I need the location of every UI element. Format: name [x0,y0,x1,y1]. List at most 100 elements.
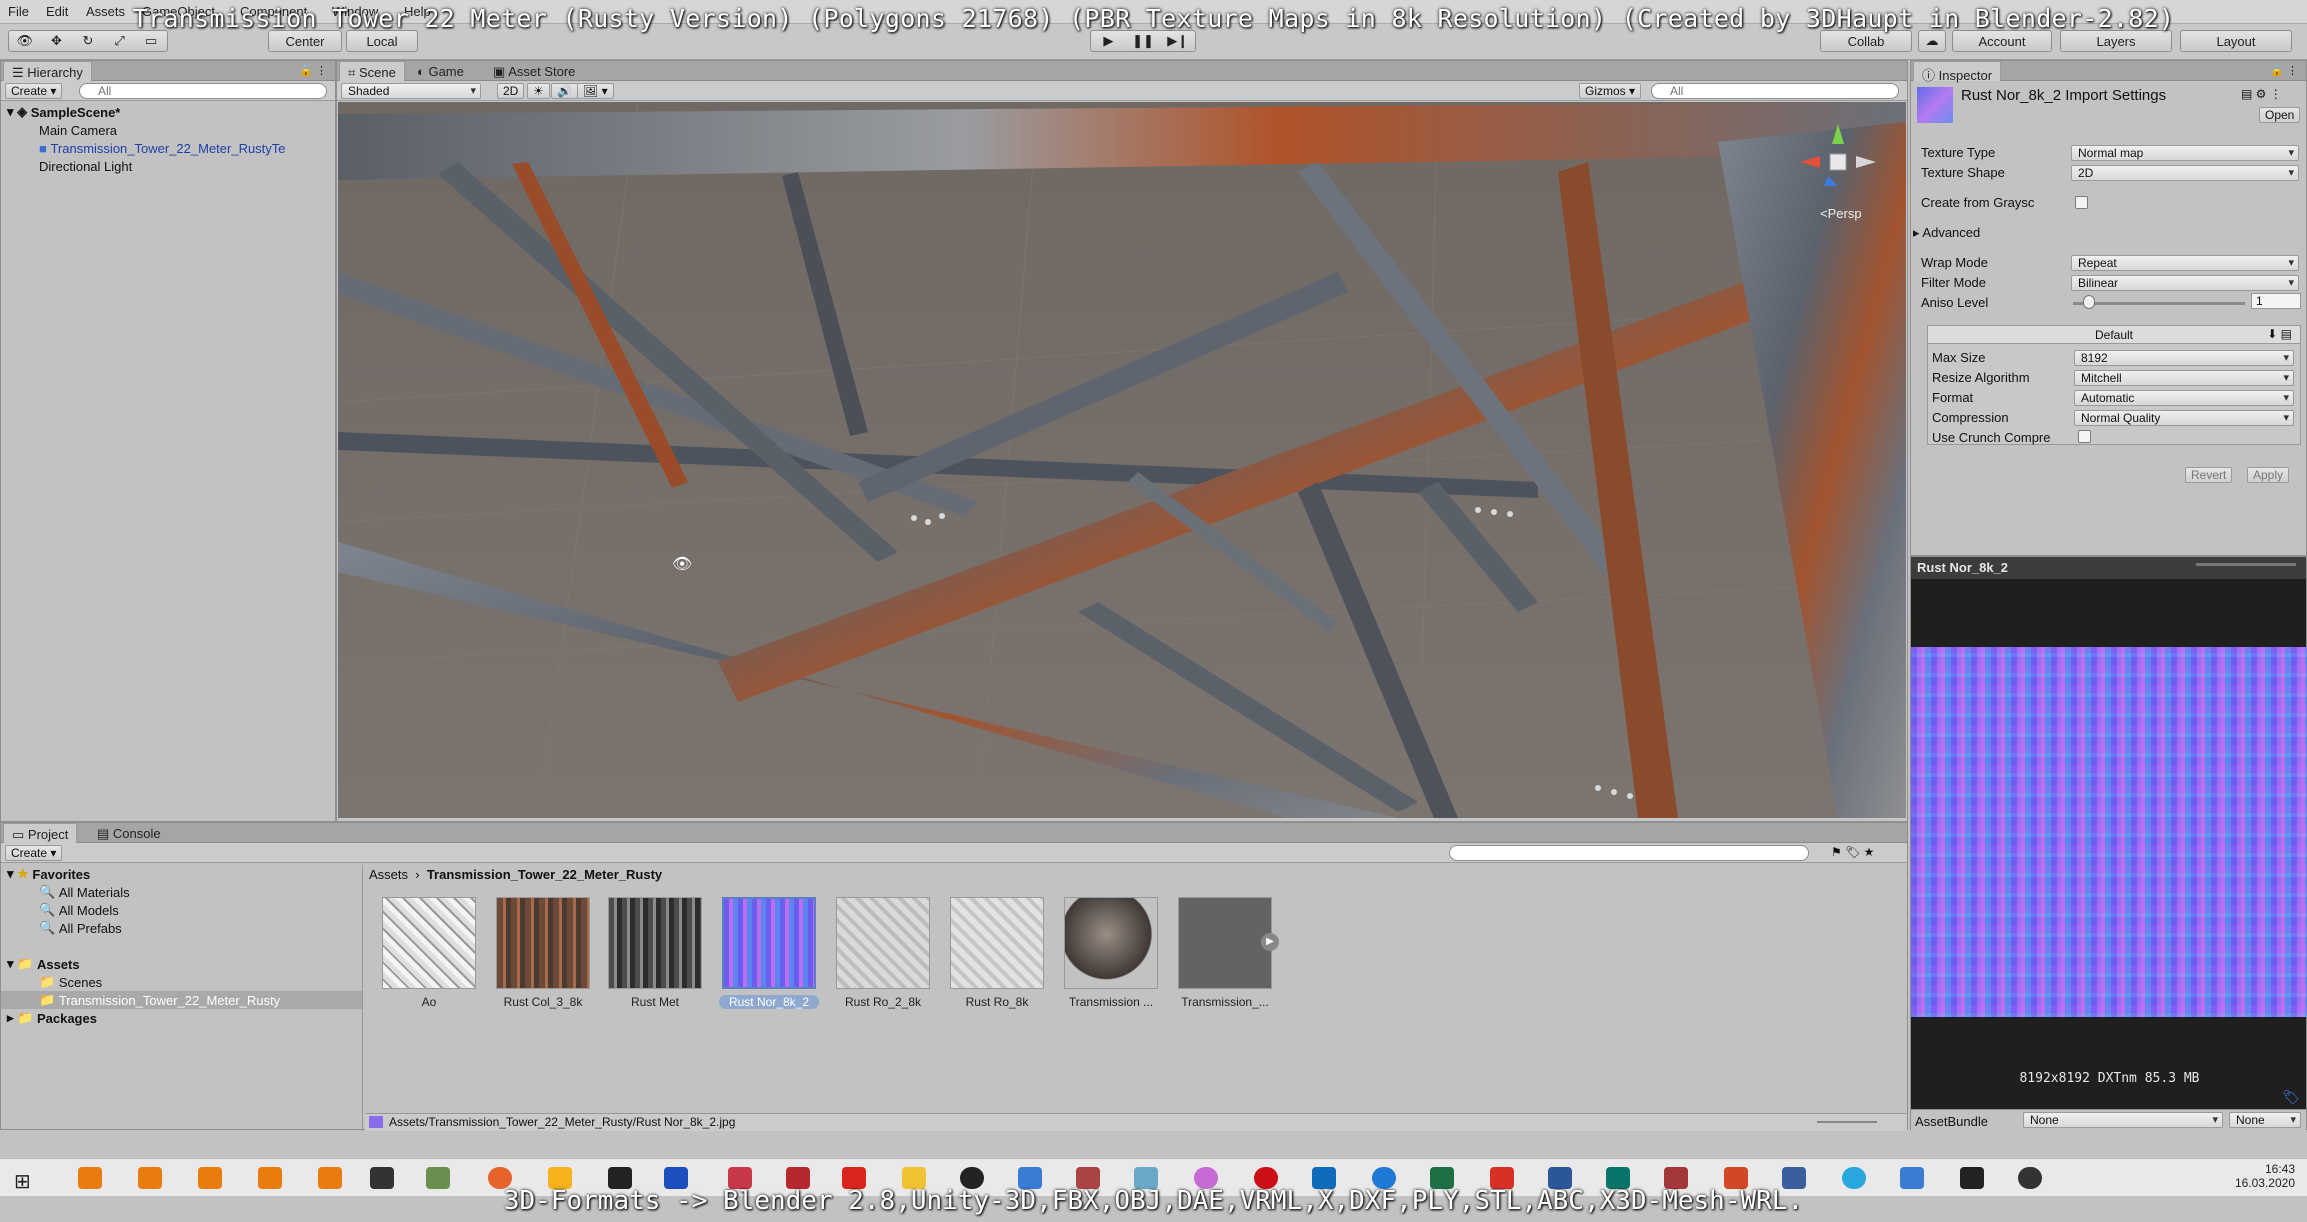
panel-menu-icon[interactable]: 🔒 ⋮ [2270,64,2298,77]
hierarchy-item-main-camera[interactable]: Main Camera [1,121,335,139]
shading-mode-dropdown[interactable]: Shaded [341,83,481,99]
scene-viewport[interactable]: <Persp 👁 [338,102,1906,818]
aniso-slider-track[interactable] [2073,302,2245,305]
preview-mip-slider[interactable] [2196,563,2296,566]
rotate-tool-icon[interactable]: ↻ [72,33,104,49]
assets-root[interactable]: ▾ 📁 Assets [1,955,362,973]
texture-type-dropdown[interactable]: Normal map [2071,145,2299,161]
cloud-icon[interactable]: ☁ [1918,30,1946,52]
project-folder-tree: ▾ ★ Favorites 🔍 All Materials 🔍 All Mode… [1,865,363,1131]
compression-dropdown[interactable]: Normal Quality [2074,410,2294,426]
asset-grid: Ao Rust Col_3_8k Rust Met Rust Nor_8k_2 … [379,897,1279,1017]
perspective-label[interactable]: <Persp [1820,206,1862,221]
inspector-header-icons[interactable]: ▤ ⚙ ⋮ [2241,87,2282,101]
hierarchy-create-button[interactable]: Create ▾ [5,83,63,99]
effects-icon[interactable]: 🖼 ▾ [577,83,614,99]
folder-item-scenes[interactable]: 📁 Scenes [1,973,362,991]
aniso-value-field[interactable]: 1 [2251,293,2301,309]
asset-item[interactable]: Rust Ro_2_8k [833,897,933,1009]
platform-default-tab[interactable]: Default [1928,326,2300,344]
hand-tool-icon[interactable]: 👁 [9,33,41,49]
scene-search-input[interactable] [1651,83,1899,99]
favorite-item[interactable]: 🔍 All Materials [1,883,362,901]
expand-prefab-icon[interactable]: ▶ [1261,933,1279,951]
asset-item[interactable]: Transmission ... [1061,897,1161,1009]
wrap-mode-dropdown[interactable]: Repeat [2071,255,2299,271]
filter-icons[interactable]: ⚑ 🏷 ★ [1831,845,1874,859]
open-label: Open [2265,108,2295,122]
breadcrumb-root[interactable]: Assets [369,867,408,882]
move-tool-icon[interactable]: ✥ [41,33,73,49]
scene-root[interactable]: ▾ ◈ SampleScene* [1,103,335,121]
expand-arrow-icon[interactable]: ▸ [7,1010,17,1026]
project-create-button[interactable]: Create ▾ [5,845,63,861]
tab-console[interactable]: ▤ Console [89,823,169,843]
resize-algorithm-dropdown[interactable]: Mitchell [2074,370,2294,386]
platform-icons[interactable]: ⬇ ▤ [2267,327,2292,341]
pivot-center-button[interactable]: Center [268,30,342,52]
advanced-foldout[interactable]: ▸ Advanced [1913,225,1980,241]
scale-tool-icon[interactable]: ⤢ [104,33,136,49]
breadcrumb-current[interactable]: Transmission_Tower_22_Meter_Rusty [427,867,662,882]
account-dropdown[interactable]: Account [1952,30,2052,52]
panel-menu-icon[interactable]: 🔒 ⋮ [299,64,327,77]
compression-label: Compression [1932,410,2009,425]
favorite-label: All Models [58,902,119,918]
audio-icon[interactable]: 🔊 [551,83,578,99]
layout-dropdown[interactable]: Layout [2180,30,2292,52]
expand-arrow-icon[interactable]: ▾ [7,104,17,120]
thumbnail-size-slider[interactable] [1817,1121,1877,1123]
favorite-item[interactable]: 🔍 All Models [1,901,362,919]
foldout-arrow-icon: ▸ [1913,225,1923,240]
assetbundle-variant-dropdown[interactable]: None [2229,1112,2301,1128]
revert-button[interactable]: Revert [2185,467,2233,483]
asset-item[interactable]: Rust Ro_8k [947,897,1047,1009]
orientation-gizmo[interactable] [1788,120,1888,220]
asset-item[interactable]: Transmission_... [1175,897,1275,1009]
apply-button[interactable]: Apply [2247,467,2290,483]
collab-button[interactable]: Collab [1820,30,1912,52]
crunch-checkbox[interactable] [2078,430,2091,443]
hierarchy-item-directional-light[interactable]: Directional Light [1,157,335,175]
toggle-2d-button[interactable]: 2D [497,83,525,99]
gizmos-dropdown[interactable]: Gizmos ▾ [1579,83,1642,99]
asset-item[interactable]: Ao [379,897,479,1009]
aniso-slider-thumb[interactable] [2082,295,2095,309]
console-tab-icon: ▤ [97,826,113,841]
filter-mode-dropdown[interactable]: Bilinear [2071,275,2299,291]
folder-item-tower[interactable]: 📁 Transmission_Tower_22_Meter_Rusty [1,991,362,1009]
expand-arrow-icon[interactable]: ▾ [7,866,17,882]
hierarchy-item-tower[interactable]: ■ Transmission_Tower_22_Meter_RustyTe [1,139,335,157]
project-create-label: Create [11,846,48,860]
lighting-icon[interactable]: ☀ [527,83,550,99]
asset-item[interactable]: Rust Col_3_8k [493,897,593,1009]
create-from-grayscale-checkbox[interactable] [2075,196,2088,209]
asset-item[interactable]: Rust Met [605,897,705,1009]
asset-item-selected[interactable]: Rust Nor_8k_2 [719,897,819,1009]
favorites-root[interactable]: ▾ ★ Favorites [1,865,362,883]
game-tab-label: Game [428,64,464,79]
tab-game[interactable]: ◐ Game [409,61,472,81]
project-search-input[interactable] [1449,845,1809,861]
pause-icon[interactable]: ❚❚ [1126,33,1161,49]
expand-arrow-icon[interactable]: ▾ [7,956,17,972]
step-icon[interactable]: ▶❙ [1160,33,1195,49]
tab-hierarchy[interactable]: ☰ Hierarchy [3,61,92,81]
max-size-dropdown[interactable]: 8192 [2074,350,2294,366]
open-button[interactable]: Open [2259,107,2301,123]
favorite-item[interactable]: 🔍 All Prefabs [1,919,362,937]
format-dropdown[interactable]: Automatic [2074,390,2294,406]
tab-project[interactable]: ▭ Project [3,823,78,843]
hierarchy-search-input[interactable] [79,83,327,99]
play-icon[interactable]: ▶ [1091,33,1126,49]
tab-inspector[interactable]: ⓘ Inspector [1913,61,2002,83]
layers-dropdown[interactable]: Layers [2060,30,2172,52]
tab-asset-store[interactable]: ▣ Asset Store [485,61,583,81]
assetbundle-dropdown[interactable]: None [2023,1112,2223,1128]
pivot-local-button[interactable]: Local [346,30,418,52]
rect-tool-icon[interactable]: ▭ [135,33,167,49]
texture-shape-dropdown[interactable]: 2D [2071,165,2299,181]
tab-scene[interactable]: ⌗ Scene [339,61,405,81]
packages-root[interactable]: ▸ 📁 Packages [1,1009,362,1027]
asset-label-icon[interactable]: 🏷 [2282,1089,2300,1106]
